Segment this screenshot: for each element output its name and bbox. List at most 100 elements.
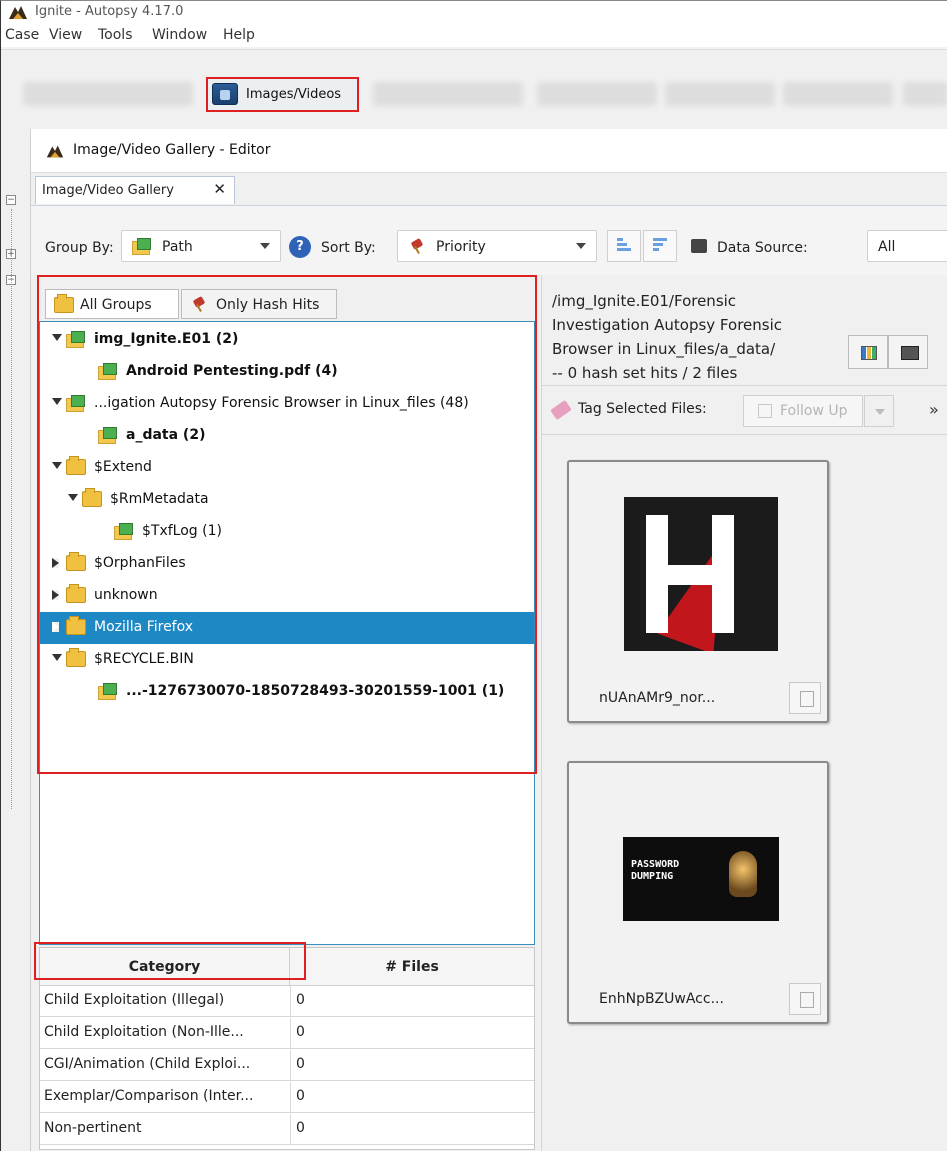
category-name: Child Exploitation (Non-Ille...	[44, 1024, 244, 1040]
column-divider	[290, 1114, 291, 1145]
tree-item[interactable]: $TxfLog (1)	[40, 516, 534, 548]
discovery-button[interactable]	[783, 82, 893, 106]
left-docking-strip: − + −	[1, 129, 31, 1151]
thumbnail-image	[624, 497, 778, 651]
gallery-icon	[212, 83, 238, 105]
toolbar-overflow-button[interactable]	[903, 82, 947, 106]
menu-case[interactable]: Case	[5, 27, 39, 43]
tab-label: Image/Video Gallery	[42, 183, 174, 198]
thumbnail-tile[interactable]: PASSWORD DUMPING EnhNpBZUwAcc...	[567, 761, 829, 1024]
image-folder-icon	[66, 395, 85, 412]
category-file-count: 0	[296, 1120, 305, 1136]
tree-item[interactable]: ...igation Autopsy Forensic Browser in L…	[40, 388, 534, 420]
chevron-down-icon[interactable]	[864, 395, 894, 427]
files-column-header[interactable]: # Files	[290, 948, 534, 986]
category-table: Category # Files Child Exploitation (Ill…	[34, 942, 535, 1150]
tree-item[interactable]: $OrphanFiles	[40, 548, 534, 580]
tree-item[interactable]: unknown	[40, 580, 534, 612]
tree-item-label: $RECYCLE.BIN	[94, 651, 194, 667]
menu-window[interactable]: Window	[152, 27, 207, 43]
more-options-icon[interactable]: »	[929, 400, 939, 419]
tab-all-groups[interactable]: All Groups	[45, 289, 179, 319]
category-row[interactable]: Exemplar/Comparison (Inter... 0	[40, 1082, 534, 1113]
column-divider	[290, 1082, 291, 1113]
group-tree[interactable]: img_Ignite.E01 (2) Android Pentesting.pdf…	[39, 321, 535, 945]
menu-tools[interactable]: Tools	[98, 27, 133, 43]
tree-item[interactable]: Android Pentesting.pdf (4)	[40, 356, 534, 388]
category-row[interactable]: Child Exploitation (Non-Ille... 0	[40, 1018, 534, 1049]
follow-up-button[interactable]: Follow Up	[743, 395, 894, 427]
tree-item-label: ...-1276730070-1850728493-30201559-1001 …	[126, 683, 505, 699]
thumbnail-image: PASSWORD DUMPING	[623, 837, 779, 921]
group-by-value: Path	[162, 239, 193, 255]
tree-item[interactable]: ...-1276730070-1850728493-30201559-1001 …	[40, 676, 534, 708]
expand-right-icon[interactable]	[52, 622, 59, 632]
tree-item-label: Mozilla Firefox	[94, 619, 194, 635]
timeline-button[interactable]	[665, 82, 775, 106]
help-icon[interactable]: ?	[289, 236, 311, 258]
editor-title-bar: Image/Video Gallery - Editor	[31, 129, 947, 173]
tree-item[interactable]: a_data (2)	[40, 420, 534, 452]
slideshow-view-button[interactable]	[888, 335, 928, 369]
category-row[interactable]: CGI/Animation (Child Exploi... 0	[40, 1050, 534, 1081]
expand-down-icon[interactable]	[52, 334, 62, 341]
tree-item[interactable]: Mozilla Firefox	[40, 612, 534, 644]
sort-ascending-icon	[617, 238, 633, 254]
expand-down-icon[interactable]	[52, 462, 62, 469]
group-path-line: /img_Ignite.E01/Forensic	[552, 292, 737, 310]
data-source-select[interactable]: All	[867, 230, 947, 262]
tree-item[interactable]: img_Ignite.E01 (2)	[40, 324, 534, 356]
geolocation-button[interactable]	[537, 82, 657, 106]
tree-item-label: $TxfLog (1)	[142, 523, 222, 539]
sort-by-select[interactable]: Priority	[397, 230, 597, 262]
expand-right-icon[interactable]	[52, 558, 59, 568]
thumbnail-panel: /img_Ignite.E01/Forensic Investigation A…	[541, 275, 947, 1151]
group-path-line: Browser in Linux_files/a_data/	[552, 340, 776, 358]
folder-icon	[54, 294, 74, 313]
menu-help[interactable]: Help	[223, 27, 255, 43]
lightbulb-graphic	[729, 851, 757, 897]
film-icon	[901, 346, 919, 360]
image-folder-icon	[114, 523, 133, 540]
group-by-select[interactable]: Path	[121, 230, 281, 262]
data-source-value: All	[878, 239, 896, 255]
gallery-controls: Group By: Path ? Sort By: Priority Data …	[31, 205, 947, 275]
expand-down-icon[interactable]	[52, 398, 62, 405]
tree-item[interactable]: $RECYCLE.BIN	[40, 644, 534, 676]
category-row[interactable]: Non-pertinent 0	[40, 1114, 534, 1145]
expand-down-icon[interactable]	[52, 654, 62, 661]
data-source-label: Data Source:	[717, 240, 808, 256]
tab-image-video-gallery[interactable]: Image/Video Gallery ✕	[35, 176, 235, 204]
menu-bar: Case View Tools Window Help	[1, 23, 947, 47]
close-icon[interactable]: ✕	[213, 180, 226, 198]
expand-right-icon[interactable]	[52, 590, 59, 600]
thumbnail-image-text: PASSWORD DUMPING	[631, 859, 680, 882]
tile-view-button[interactable]	[848, 335, 888, 369]
category-column-header[interactable]: Category	[40, 948, 290, 986]
expand-down-icon[interactable]	[68, 494, 78, 501]
chevron-down-icon	[260, 243, 270, 249]
tag-bar: Tag Selected Files: Follow Up »	[542, 385, 947, 435]
sort-descending-button[interactable]	[643, 230, 677, 262]
tab-only-hash-hits[interactable]: Only Hash Hits	[181, 289, 337, 319]
add-data-source-button[interactable]	[23, 82, 193, 106]
column-divider	[290, 1050, 291, 1081]
image-folder-icon	[66, 331, 85, 348]
collapse-toggle[interactable]: −	[6, 195, 16, 205]
tree-item[interactable]: $RmMetadata	[40, 484, 534, 516]
menu-view[interactable]: View	[49, 27, 82, 43]
flag-icon[interactable]	[789, 983, 821, 1015]
group-hash-summary: -- 0 hash set hits / 2 files	[552, 364, 738, 382]
groups-panel: All Groups Only Hash Hits img_Ignite.E01…	[34, 275, 537, 1150]
category-name: Non-pertinent	[44, 1120, 142, 1136]
communications-button[interactable]	[373, 82, 523, 106]
category-row[interactable]: Child Exploitation (Illegal) 0	[40, 986, 534, 1017]
sort-ascending-button[interactable]	[607, 230, 641, 262]
flag-icon[interactable]	[789, 682, 821, 714]
thumbnail-tile[interactable]: nUAnAMr9_nor...	[567, 460, 829, 723]
tag-icon	[550, 399, 572, 421]
group-info: /img_Ignite.E01/Forensic Investigation A…	[552, 289, 852, 385]
column-divider	[290, 1018, 291, 1049]
images-videos-button[interactable]: Images/Videos	[206, 77, 359, 112]
tree-item[interactable]: $Extend	[40, 452, 534, 484]
